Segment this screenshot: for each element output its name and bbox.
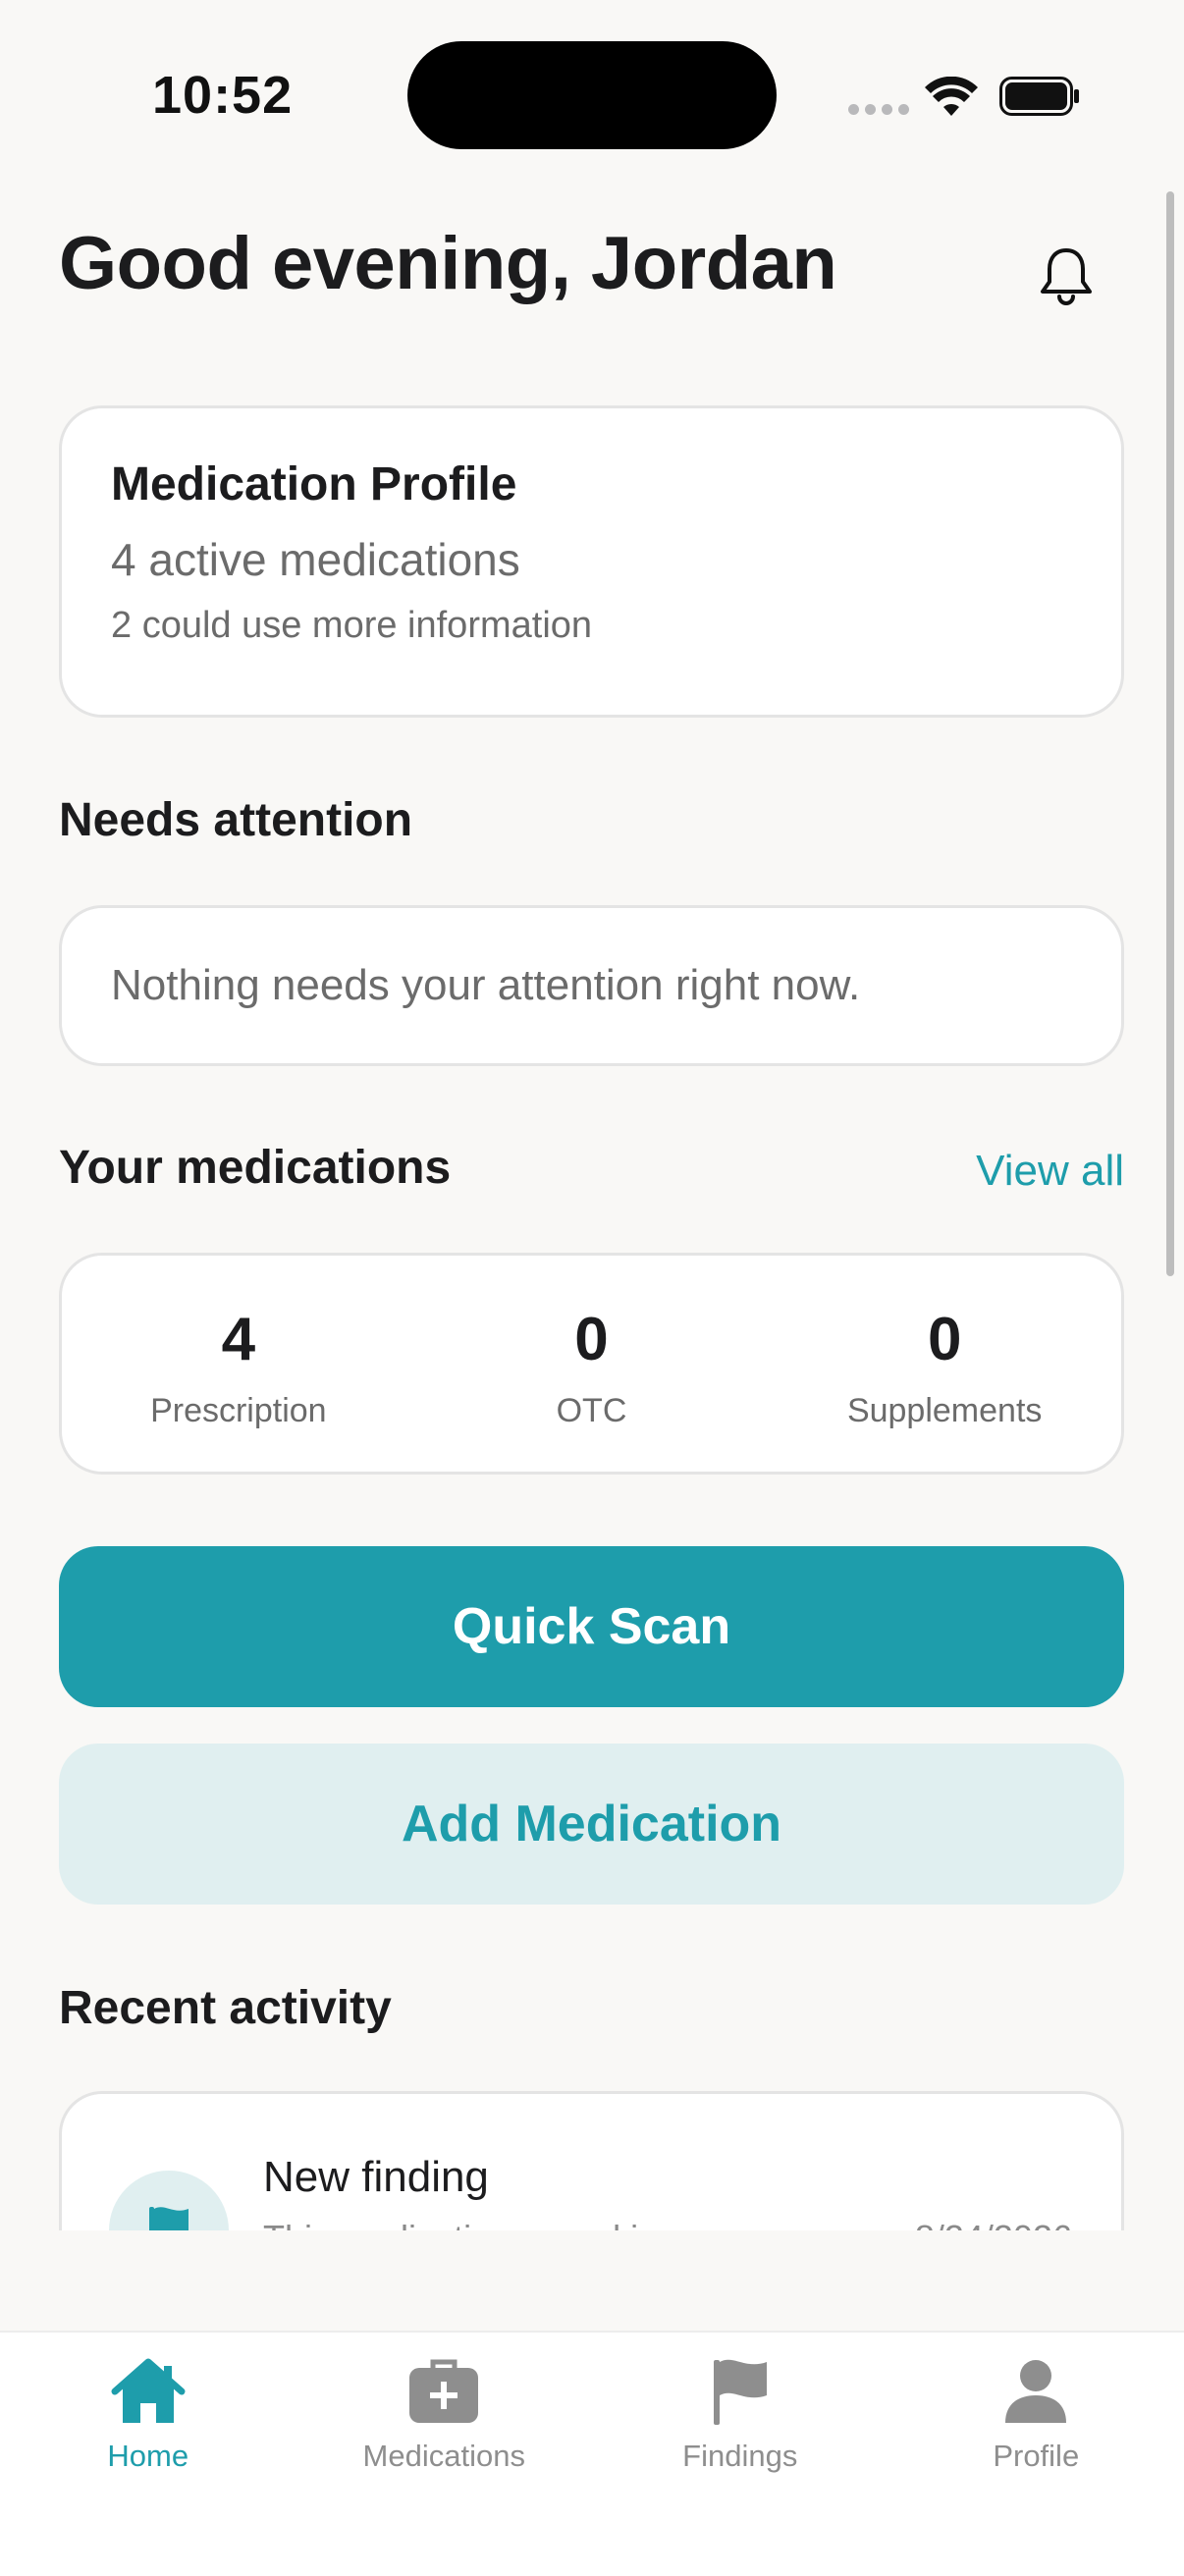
needs-attention-heading: Needs attention bbox=[59, 793, 412, 847]
recent-activity-heading: Recent activity bbox=[59, 1981, 392, 2035]
tab-medications[interactable]: Medications bbox=[296, 2333, 593, 2576]
recent-activity-list: New finding This medication record is 8/… bbox=[0, 2091, 1184, 2230]
tab-findings[interactable]: Findings bbox=[592, 2333, 888, 2576]
tab-label: Home bbox=[107, 2439, 188, 2474]
stat-label: OTC bbox=[557, 1392, 627, 1430]
flag-icon bbox=[143, 2203, 194, 2230]
status-time: 10:52 bbox=[152, 65, 293, 126]
dynamic-island bbox=[407, 41, 777, 149]
activity-icon-badge bbox=[109, 2171, 229, 2230]
view-all-link[interactable]: View all bbox=[976, 1147, 1124, 1196]
add-medication-button[interactable]: Add Medication bbox=[59, 1744, 1124, 1905]
quick-scan-button[interactable]: Quick Scan bbox=[59, 1546, 1124, 1707]
person-icon bbox=[1003, 2358, 1068, 2425]
status-bar: 10:52 bbox=[0, 0, 1184, 187]
tab-label: Medications bbox=[363, 2439, 525, 2474]
tab-label: Profile bbox=[993, 2439, 1079, 2474]
stat-label: Supplements bbox=[847, 1392, 1042, 1430]
cellular-signal-icon bbox=[848, 104, 909, 115]
stat-otc[interactable]: 0 OTC bbox=[415, 1256, 769, 1472]
activity-description: This medication record is bbox=[263, 2218, 656, 2230]
tab-profile[interactable]: Profile bbox=[888, 2333, 1184, 2576]
stat-prescription[interactable]: 4 Prescription bbox=[62, 1256, 415, 1472]
battery-icon bbox=[999, 77, 1080, 116]
tab-label: Findings bbox=[682, 2439, 797, 2474]
home-icon bbox=[111, 2356, 186, 2427]
wifi-icon bbox=[925, 77, 978, 118]
activity-title: New finding bbox=[263, 2153, 489, 2202]
stat-label: Prescription bbox=[150, 1392, 327, 1430]
stat-value: 0 bbox=[928, 1310, 961, 1370]
your-medications-heading: Your medications bbox=[59, 1141, 451, 1195]
profile-card-title: Medication Profile bbox=[111, 459, 1072, 511]
active-medications-count: 4 active medications bbox=[111, 535, 1072, 585]
medication-stats-card[interactable]: 4 Prescription 0 OTC 0 Supplements bbox=[59, 1253, 1124, 1475]
needs-attention-message: Nothing needs your attention right now. bbox=[111, 961, 860, 1010]
medication-profile-card[interactable]: Medication Profile 4 active medications … bbox=[59, 405, 1124, 718]
scroll-indicator[interactable] bbox=[1166, 191, 1174, 1276]
profile-card-subtitle: 2 could use more information bbox=[111, 606, 1072, 647]
tab-bar: Home Medications Findings bbox=[0, 2331, 1184, 2576]
activity-item[interactable]: New finding This medication record is 8/… bbox=[59, 2091, 1124, 2230]
notifications-button[interactable] bbox=[1031, 241, 1102, 311]
flag-icon bbox=[708, 2356, 773, 2427]
medical-kit-icon bbox=[407, 2358, 480, 2425]
stat-supplements[interactable]: 0 Supplements bbox=[768, 1256, 1121, 1472]
bell-icon bbox=[1037, 244, 1096, 307]
stat-value: 4 bbox=[222, 1310, 255, 1370]
stat-value: 0 bbox=[574, 1310, 608, 1370]
activity-date: 8/24/2026 bbox=[915, 2218, 1072, 2230]
greeting-title: Good evening, Jordan bbox=[59, 221, 836, 306]
needs-attention-card: Nothing needs your attention right now. bbox=[59, 905, 1124, 1066]
tab-home[interactable]: Home bbox=[0, 2333, 296, 2576]
